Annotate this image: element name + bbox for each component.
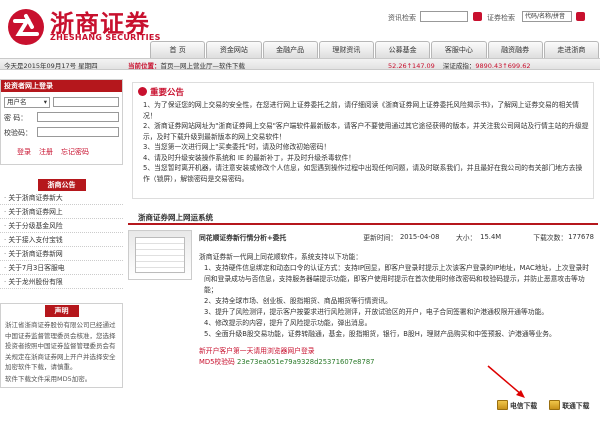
feature-item: 4、修改提示的内容，提升了风险提示功能，弹出消息。 <box>204 319 372 327</box>
code-search-label: 证券检索 <box>487 14 515 22</box>
notice-line: 2、浙商证券网站网址为"浙商证券网上交易"客户端软件最新版本，请客户不要使用通过… <box>143 122 589 141</box>
statement-panel: 声明 浙江省浙商证券股份有限公司已经通过中国证券监督管理委员会核准，您选择投资者… <box>0 303 123 388</box>
statement-text: 浙江省浙商证券股份有限公司已经通过中国证券监督管理委员会核准，您选择投资者按照中… <box>5 321 116 371</box>
notice-line: 5、当您暂时离开机器，请注意安装或修改个人信息，如您遇到操作过程中出现任何问题，… <box>143 164 583 183</box>
download-count: 177678 <box>568 233 595 241</box>
notice-item[interactable]: 关于浙商证券新大 <box>0 191 123 205</box>
current-date: 今天是2015年09月17号 星期四 <box>4 62 98 70</box>
new-user-note: 新开户客户第一天请用浏览器网户登录 <box>199 347 315 355</box>
file-size: 15.4M <box>480 233 502 241</box>
md5-label: MD5校验码 <box>199 358 235 366</box>
forgot-password-link[interactable]: 忘记密码 <box>61 147 89 157</box>
download-icon <box>497 400 508 410</box>
info-search-input[interactable] <box>420 11 468 22</box>
software-thumbnail <box>128 230 192 280</box>
captcha-input[interactable] <box>37 127 119 137</box>
statement-title: 声明 <box>44 304 79 317</box>
login-title: 投资者网上登录 <box>1 80 122 92</box>
updated-date: 2015-04-08 <box>399 233 440 241</box>
notice-item[interactable]: 关于接入支付宝钱 <box>0 233 123 247</box>
md5-note: 软件下载文件采用MD5加密。 <box>5 374 92 383</box>
notice-item[interactable]: 关于浙商证券新网 <box>0 247 123 261</box>
updated-label: 更新时间： <box>363 234 398 242</box>
software-description: 浙商证券新一代网上同花顺软件，系统支持以下功能： 1、支持硬件信息绑定和动态口令… <box>199 252 594 368</box>
notice-item[interactable]: 关于龙州股份有限 <box>0 275 123 289</box>
search-icon[interactable] <box>576 12 585 21</box>
breadcrumb-path[interactable]: 首页—网上营业厅—软件下载 <box>161 62 246 70</box>
statement-title-bar: 声明 <box>1 304 122 317</box>
notices-title: 浙商公告 <box>37 178 86 191</box>
account-type-select[interactable]: 用户名 ▾ <box>4 97 50 108</box>
notice-line: 4、请及时升级安装操作系统和 IE 的最新补丁，并及时升级杀毒软件！ <box>143 153 356 162</box>
size-label: 大小： <box>455 234 477 242</box>
download-telecom-button[interactable]: 电信下载 <box>497 400 537 410</box>
code-search-input[interactable]: 代码/名称/拼音 <box>522 11 572 22</box>
logo-icon <box>6 7 46 47</box>
notice-item[interactable]: 关于7月3日客服电 <box>0 261 123 275</box>
feature-item: 3、提升了风险测评，提示客户按要求进行风险测评，开放试验区的开户，电子合同签署和… <box>204 308 549 316</box>
password-input[interactable] <box>37 112 119 122</box>
notices-panel: 浙商公告 关于浙商证券新大 关于浙商证券网上 关于分级基金风险 关于接入支付宝钱… <box>0 178 123 289</box>
ticker-sz-label: 深证成指： <box>442 62 476 70</box>
nav-tab-public-funds[interactable]: 公募基金 <box>375 41 431 58</box>
nav-tab-news[interactable]: 理财资讯 <box>318 41 374 58</box>
md5-row: MD5校验码 23e73ea051e79a9328d25371607e8787 <box>199 357 594 368</box>
important-notice-title: 重要公告 <box>138 86 184 98</box>
brand-name-en: ZHESHANG SECURITIES <box>50 33 161 42</box>
nav-tab-funds-site[interactable]: 资金网站 <box>206 41 262 58</box>
nav-tab-home[interactable]: 首 页 <box>150 41 206 58</box>
register-link[interactable]: 注册 <box>39 147 53 157</box>
account-input[interactable] <box>53 97 119 107</box>
software-intro: 浙商证券新一代网上同花顺软件，系统支持以下功能： <box>199 253 363 261</box>
software-tab: 浙商证券网上网运系统 <box>128 210 598 225</box>
nav-tab-service[interactable]: 客服中心 <box>431 41 487 58</box>
ticker-sz: 9890.43↑699.62 <box>475 62 531 70</box>
captcha-label: 校验码： <box>4 129 32 137</box>
arrow-icon <box>487 365 525 398</box>
notices-title-bar: 浙商公告 <box>0 178 123 191</box>
password-label: 密 码： <box>4 114 28 122</box>
main-nav: 首 页 资金网站 金融产品 理财资讯 公募基金 客服中心 融资融券 走进浙商 <box>150 41 600 58</box>
market-tickers: 52.26↑147.09 深证成指：9890.43↑699.62 <box>388 60 530 70</box>
notice-line: 3、当您第一次进行网上"买卖委托"时，请及时修改初始密码！ <box>143 143 331 151</box>
feature-item: 5、全面升级B股交易功能，证券转融通，基金，股指期货，银行，B股H，理财产品购买… <box>204 330 556 338</box>
software-info-row: 同花顺证券新行情分析+委托 更新时间： 2015-04-08 大小： 15.4M… <box>199 230 594 244</box>
login-link[interactable]: 登录 <box>17 147 31 157</box>
nav-tab-margin[interactable]: 融资融券 <box>487 41 543 58</box>
nav-tab-products[interactable]: 金融产品 <box>262 41 318 58</box>
ticker-sh: 52.26↑147.09 <box>388 62 435 70</box>
software-tab-label[interactable]: 浙商证券网上网运系统 <box>138 212 213 223</box>
breadcrumb-label: 当前位置： <box>128 62 161 70</box>
notice-line: 1、为了保证您的网上交易的安全性，在您进行网上证券委托之前，请仔细阅读《浙商证券… <box>143 101 579 120</box>
breadcrumb: 当前位置：首页—网上营业厅—软件下载 <box>128 60 245 70</box>
alert-icon <box>138 87 147 96</box>
feature-item: 1、支持硬件信息绑定和动态口令的认证方式：支持IP回显，即客户登录时提示上次该客… <box>204 264 590 294</box>
login-panel: 投资者网上登录 用户名 ▾ 密 码： 校验码： 登录 注册 忘记密码 <box>0 79 123 165</box>
nav-tab-about[interactable]: 走进浙商 <box>543 41 599 58</box>
download-icon <box>549 400 561 410</box>
search-icon[interactable] <box>473 12 482 21</box>
download-buttons: 电信下载 联通下载 <box>497 400 589 410</box>
software-name[interactable]: 同花顺证券新行情分析+委托 <box>199 232 363 242</box>
download-unicom-button[interactable]: 联通下载 <box>549 400 589 410</box>
info-search-label: 资讯检索 <box>388 14 416 22</box>
statement-body: 浙江省浙商证券股份有限公司已经通过中国证券监督管理委员会核准，您选择投资者按照中… <box>1 317 122 387</box>
feature-item: 2、支持全球市场、创业板、股指期货、商品期货等行情资讯。 <box>204 297 392 305</box>
downloads-label: 下载次数： <box>533 234 568 242</box>
important-notice-list: 1、为了保证您的网上交易的安全性，在您进行网上证券委托之前，请仔细阅读《浙商证券… <box>143 100 589 184</box>
notice-item[interactable]: 关于分级基金风险 <box>0 219 123 233</box>
notice-item[interactable]: 关于浙商证券网上 <box>0 205 123 219</box>
important-notice: 重要公告 1、为了保证您的网上交易的安全性，在您进行网上证券委托之前，请仔细阅读… <box>132 82 594 199</box>
md5-value: 23e73ea051e79a9328d25371607e8787 <box>237 358 375 366</box>
